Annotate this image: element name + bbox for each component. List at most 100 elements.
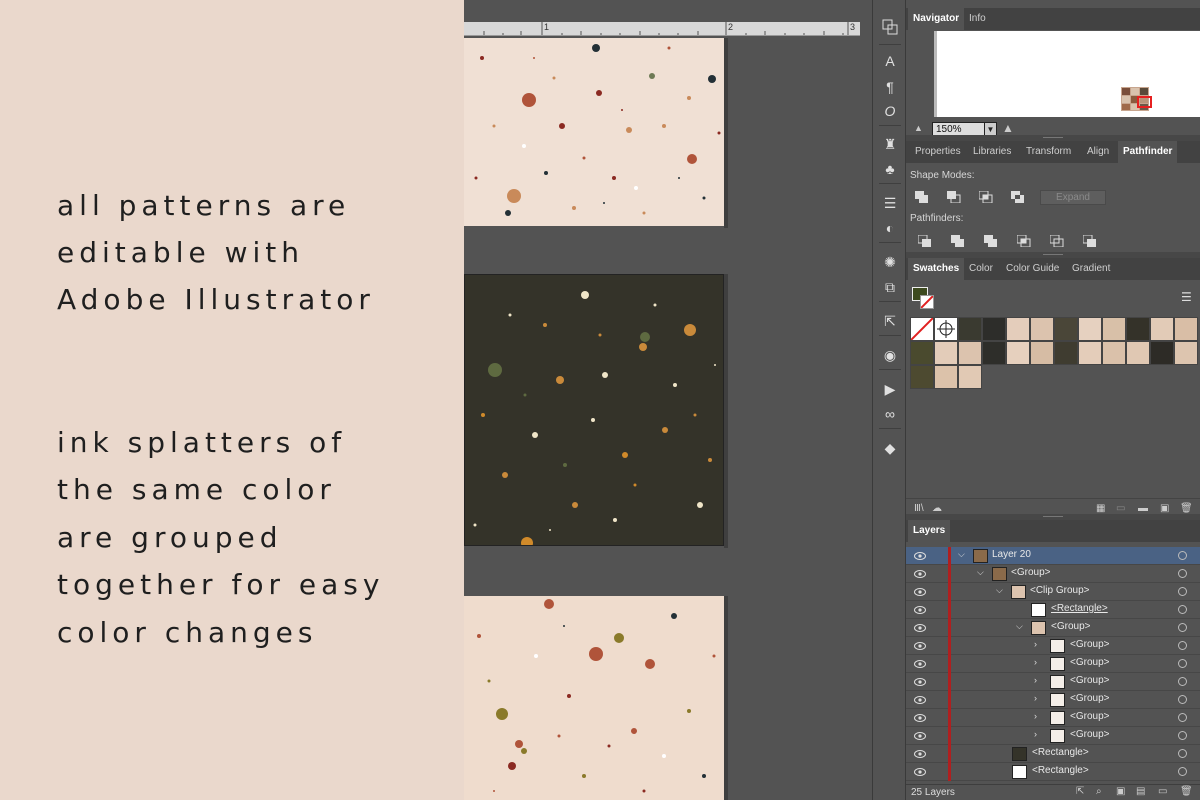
swatch-pattern[interactable]: [1054, 317, 1078, 341]
new-swatch-icon[interactable]: ▣: [1160, 503, 1169, 514]
unite-icon[interactable]: [915, 191, 929, 203]
swatch-pattern[interactable]: [1078, 317, 1102, 341]
swatch-pattern[interactable]: [1102, 317, 1126, 341]
layer-row[interactable]: › <Group>: [906, 709, 1200, 727]
stroke-swatch[interactable]: [920, 295, 934, 309]
export-icon[interactable]: ⇱: [878, 310, 902, 332]
tab-color-guide[interactable]: Color Guide: [1001, 258, 1064, 280]
artboard-dark-pattern[interactable]: [464, 274, 724, 546]
target-icon[interactable]: [1178, 587, 1187, 596]
target-icon[interactable]: [1178, 659, 1187, 668]
swatch-pattern[interactable]: [1126, 341, 1150, 365]
swatch-pattern[interactable]: [958, 365, 982, 389]
trim-icon[interactable]: [951, 235, 965, 247]
horizontal-ruler[interactable]: 1 2 3: [464, 22, 860, 36]
swatch-pattern[interactable]: [910, 365, 934, 389]
tab-properties[interactable]: Properties: [910, 141, 966, 163]
tab-pathfinder[interactable]: Pathfinder: [1118, 141, 1178, 163]
target-icon[interactable]: [1178, 623, 1187, 632]
swatch-pattern[interactable]: [910, 341, 934, 365]
swatch-pattern[interactable]: [1006, 341, 1030, 365]
crop-icon[interactable]: [1016, 234, 1031, 248]
chevron-right-icon[interactable]: ›: [1034, 711, 1037, 721]
transparency-icon[interactable]: ◐: [878, 217, 902, 239]
tab-transform[interactable]: Transform: [1021, 141, 1076, 163]
tab-align[interactable]: Align: [1082, 141, 1114, 163]
layer-row[interactable]: › <Group>: [906, 691, 1200, 709]
eye-icon[interactable]: [914, 605, 926, 615]
eye-icon[interactable]: [914, 587, 926, 597]
layer-row[interactable]: › <Group>: [906, 673, 1200, 691]
swatch-pattern[interactable]: [1054, 341, 1078, 365]
swatch-pattern[interactable]: [934, 341, 958, 365]
eye-icon[interactable]: [914, 623, 926, 633]
layer-row[interactable]: <Rectangle>: [906, 763, 1200, 781]
layer-row[interactable]: ⌵ <Group>: [906, 619, 1200, 637]
fill-stroke-indicator[interactable]: [912, 287, 936, 311]
tab-navigator[interactable]: Navigator: [908, 8, 965, 30]
swatch-pattern[interactable]: [1078, 341, 1102, 365]
appearance-icon[interactable]: ✺: [878, 251, 902, 273]
tab-libraries[interactable]: Libraries: [968, 141, 1016, 163]
chevron-right-icon[interactable]: ›: [1034, 675, 1037, 685]
eye-icon[interactable]: [914, 659, 926, 669]
navigator-preview[interactable]: [934, 31, 1200, 117]
eye-icon[interactable]: [914, 749, 926, 759]
eye-icon[interactable]: [914, 569, 926, 579]
new-group-icon[interactable]: ▬: [1138, 503, 1148, 514]
swatch-pattern[interactable]: [1102, 341, 1126, 365]
swatch-registration[interactable]: [934, 317, 958, 341]
target-icon[interactable]: [1178, 713, 1187, 722]
swatch-pattern[interactable]: [982, 317, 1006, 341]
swatch-pattern[interactable]: [1150, 317, 1174, 341]
graphic-styles-icon[interactable]: ⧉: [878, 276, 902, 298]
puppet-icon[interactable]: ♜: [878, 133, 902, 155]
trash-icon[interactable]: 🗑: [1180, 786, 1193, 797]
layer-row[interactable]: ⌵ <Clip Group>: [906, 583, 1200, 601]
minus-front-icon[interactable]: [947, 191, 961, 204]
stroke-icon[interactable]: ☰: [878, 192, 902, 214]
target-icon[interactable]: [1178, 731, 1187, 740]
swatch-pattern[interactable]: [1126, 317, 1150, 341]
artboard-canvas[interactable]: 1 2 3: [464, 0, 860, 800]
navigate-icon[interactable]: ◆: [878, 437, 902, 459]
swatch-options-icon[interactable]: ▭: [1116, 503, 1125, 514]
eye-icon[interactable]: [914, 551, 926, 561]
tab-layers[interactable]: Layers: [908, 520, 951, 542]
chevron-right-icon[interactable]: ›: [1034, 729, 1037, 739]
menu-icon[interactable]: ☰: [1181, 290, 1192, 304]
target-icon[interactable]: [1178, 641, 1187, 650]
swatch-pattern[interactable]: [934, 365, 958, 389]
target-icon[interactable]: [1178, 749, 1187, 758]
tab-swatches[interactable]: Swatches: [908, 258, 965, 280]
merge-icon[interactable]: [984, 235, 998, 247]
target-icon[interactable]: [1178, 767, 1187, 776]
expand-button[interactable]: Expand: [1040, 190, 1106, 205]
swatch-library-icon[interactable]: Ⅲ\: [914, 503, 924, 514]
chevron-down-icon[interactable]: ⌵: [958, 549, 965, 560]
target-icon[interactable]: [1178, 605, 1187, 614]
divide-icon[interactable]: [917, 234, 932, 247]
chevron-down-icon[interactable]: ⌵: [1016, 621, 1023, 632]
trash-icon[interactable]: 🗑: [1180, 503, 1193, 514]
export-icon[interactable]: ⇱: [1076, 786, 1084, 797]
zoom-in-icon[interactable]: ▲: [1002, 122, 1016, 134]
play-icon[interactable]: ▶: [878, 378, 902, 400]
target-icon[interactable]: [1178, 551, 1187, 560]
show-kinds-icon[interactable]: ▦: [1096, 503, 1105, 514]
swatch-pattern[interactable]: [958, 341, 982, 365]
eye-icon[interactable]: [914, 713, 926, 723]
eye-icon[interactable]: [914, 677, 926, 687]
artboards-icon[interactable]: [878, 16, 902, 38]
color-wheel-icon[interactable]: ◉: [878, 344, 902, 366]
tab-info[interactable]: Info: [964, 8, 991, 30]
swatch-none[interactable]: [910, 317, 934, 341]
symbols-icon[interactable]: ♣: [878, 158, 902, 180]
eye-icon[interactable]: [914, 695, 926, 705]
swatch-pattern[interactable]: [1150, 341, 1174, 365]
layer-row[interactable]: ⌵ Layer 20: [906, 547, 1200, 565]
chevron-down-icon[interactable]: ⌵: [977, 567, 984, 578]
new-layer-icon[interactable]: ▭: [1158, 786, 1167, 797]
chevron-right-icon[interactable]: ›: [1034, 693, 1037, 703]
eye-icon[interactable]: [914, 767, 926, 777]
